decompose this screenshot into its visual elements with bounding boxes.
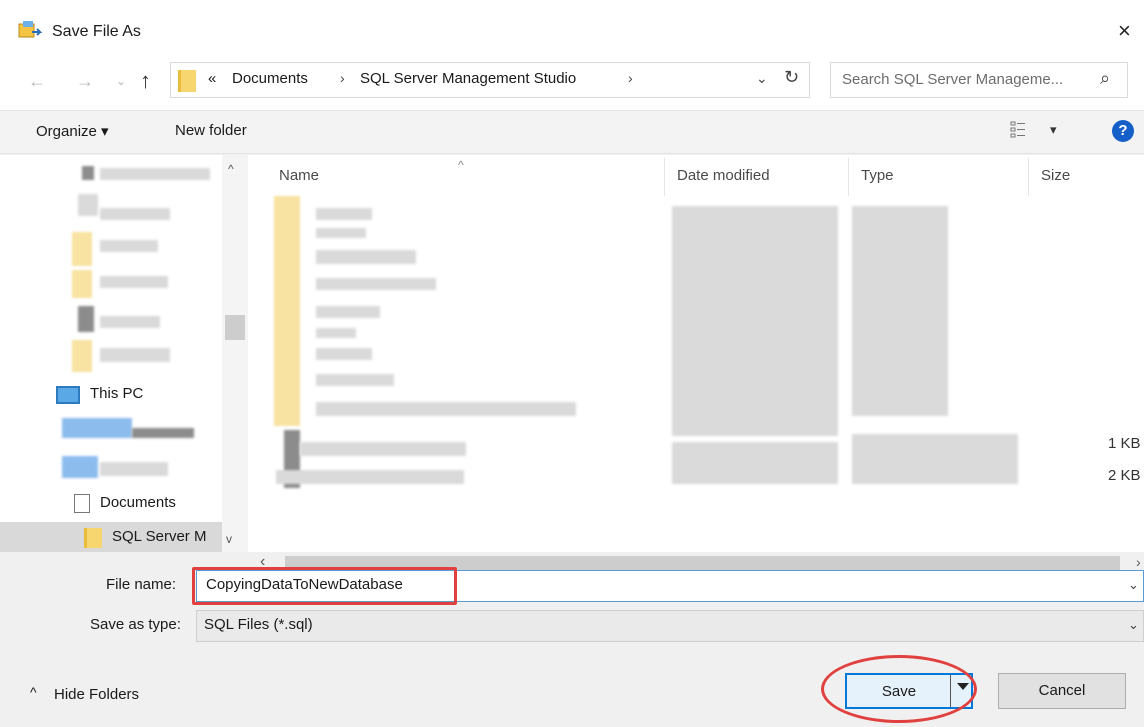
file-name-label: File name:: [106, 576, 177, 593]
search-icon[interactable]: ⌕: [1100, 68, 1110, 89]
column-divider[interactable]: [664, 158, 665, 196]
column-header-type[interactable]: Type: [861, 167, 894, 184]
file-name[interactable]: [316, 328, 356, 338]
close-icon[interactable]: ×: [1118, 18, 1131, 44]
file-name[interactable]: [300, 442, 466, 456]
column-divider[interactable]: [1028, 158, 1029, 196]
tree-item-icon: [78, 306, 94, 332]
computer-icon: [56, 386, 80, 404]
organize-button[interactable]: Organize ▾: [36, 122, 109, 140]
tree-item-sql-server: SQL Server M: [112, 528, 207, 545]
new-folder-button[interactable]: New folder: [175, 122, 247, 139]
back-icon[interactable]: ←: [28, 71, 46, 92]
column-header-date-modified[interactable]: Date modified: [677, 167, 770, 184]
tree-item-icon: [62, 418, 132, 438]
save-as-type-value[interactable]: SQL Files (*.sql): [204, 616, 313, 633]
tree-item-this-pc[interactable]: This PC: [90, 385, 143, 402]
folder-icon: [178, 70, 196, 92]
tree-item-documents[interactable]: Documents: [100, 494, 176, 511]
file-name[interactable]: [316, 374, 394, 386]
title-bar: [0, 0, 1144, 60]
breadcrumb-ssms[interactable]: SQL Server Management Studio: [360, 70, 576, 87]
tree-item-label[interactable]: [100, 316, 160, 328]
chevron-up-icon[interactable]: ^: [30, 684, 37, 700]
file-size: 2 KB: [1108, 467, 1141, 484]
highlight-annotation: [192, 567, 457, 605]
file-name[interactable]: [276, 470, 464, 484]
tree-item-label[interactable]: [100, 348, 170, 362]
cancel-button[interactable]: Cancel: [998, 673, 1126, 709]
file-name[interactable]: [316, 278, 436, 290]
scrollbar-thumb[interactable]: [225, 315, 245, 340]
recent-locations-icon[interactable]: ⌄: [116, 74, 126, 88]
tree-item-label[interactable]: [100, 168, 210, 180]
folder-icon: [84, 528, 102, 548]
folder-icon: [72, 340, 92, 372]
save-as-type-label: Save as type:: [90, 616, 181, 633]
scroll-up-arrow[interactable]: ^: [228, 162, 234, 176]
file-name[interactable]: [316, 348, 372, 360]
chevron-down-icon[interactable]: ⌄: [1128, 577, 1139, 593]
file-types: [852, 206, 948, 416]
toolbar: [0, 110, 1144, 154]
chevron-down-icon[interactable]: ⌄: [756, 70, 768, 87]
file-name[interactable]: [316, 306, 380, 318]
scroll-down-arrow[interactable]: v: [226, 532, 232, 546]
column-header-name[interactable]: Name: [279, 167, 319, 184]
save-as-icon: [18, 21, 42, 38]
forward-icon[interactable]: →: [76, 71, 94, 92]
breadcrumb-documents[interactable]: Documents: [232, 70, 308, 87]
column-divider[interactable]: [848, 158, 849, 196]
tree-item-label[interactable]: [132, 428, 194, 438]
nav-pane-scrollbar[interactable]: [222, 155, 248, 552]
tree-item-icon: [82, 166, 94, 180]
up-arrow-icon[interactable]: ↑: [140, 68, 151, 94]
sort-ascending-icon: ^: [458, 158, 464, 172]
breadcrumb-separator[interactable]: ›: [340, 70, 345, 86]
hide-folders-button[interactable]: Hide Folders: [54, 686, 139, 703]
folder-icon: [72, 232, 92, 266]
save-as-type-select[interactable]: [196, 610, 1144, 642]
file-types: [852, 434, 1018, 484]
documents-icon: [74, 494, 90, 513]
breadcrumb-separator[interactable]: ›: [628, 70, 633, 86]
tree-item-label[interactable]: [100, 276, 168, 288]
file-dates: [672, 206, 838, 436]
file-name[interactable]: [316, 402, 576, 416]
file-icons: [274, 196, 300, 426]
file-dates: [672, 442, 838, 484]
tree-item-icon: [78, 194, 98, 216]
tree-item-label[interactable]: [100, 240, 158, 252]
file-name[interactable]: [316, 228, 366, 238]
highlight-annotation: [821, 655, 977, 723]
file-size: 1 KB: [1108, 435, 1141, 452]
chevron-down-icon[interactable]: ⌄: [1128, 617, 1139, 633]
column-header-size[interactable]: Size: [1041, 167, 1070, 184]
scroll-right-arrow[interactable]: ›: [1136, 554, 1141, 570]
file-name[interactable]: [316, 250, 416, 264]
folder-icon: [72, 270, 92, 298]
breadcrumb-overflow[interactable]: «: [208, 70, 216, 87]
file-name[interactable]: [316, 208, 372, 220]
search-placeholder: Search SQL Server Manageme...: [842, 71, 1064, 88]
view-options-caret[interactable]: ▾: [1050, 122, 1057, 138]
tree-item-label[interactable]: [100, 208, 170, 220]
view-options-icon[interactable]: [1010, 120, 1026, 138]
refresh-icon[interactable]: ↻: [784, 67, 799, 88]
tree-item-icon: [62, 456, 98, 478]
tree-item-label[interactable]: [100, 462, 168, 476]
help-icon[interactable]: ?: [1112, 120, 1134, 142]
window-title: Save File As: [52, 23, 141, 40]
